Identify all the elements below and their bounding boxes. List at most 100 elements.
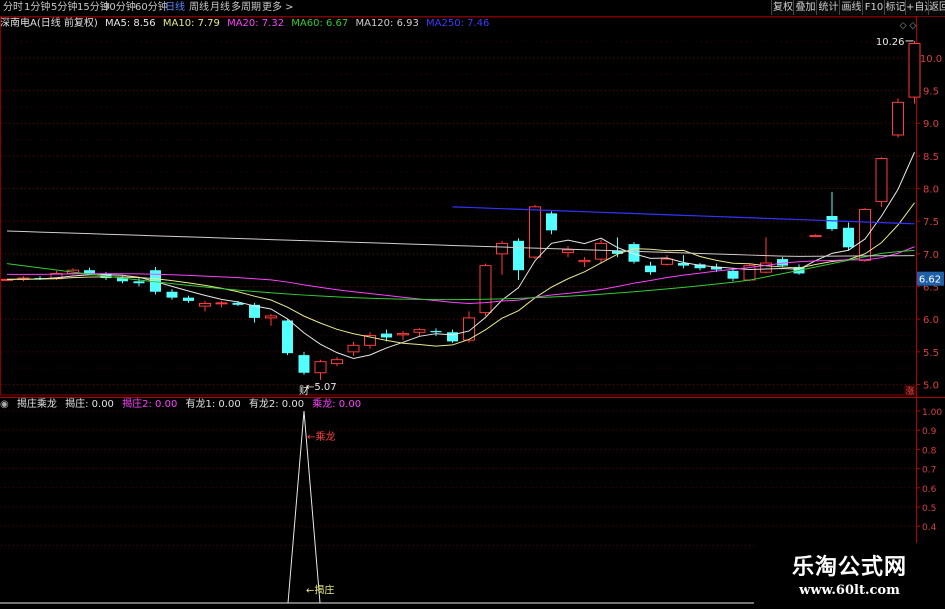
period-tab-10[interactable]: 更多 >	[262, 1, 294, 15]
candle-18	[298, 351, 310, 375]
candle-16	[265, 313, 277, 326]
candle-26	[430, 328, 442, 337]
candle-22	[364, 332, 376, 349]
candle-body	[199, 303, 211, 307]
candle-body	[265, 315, 277, 319]
ind-tick-label: 0.6	[922, 485, 937, 495]
candle-body	[133, 281, 145, 284]
toolbar-button-5[interactable]: 标记	[884, 0, 906, 15]
candle-body	[513, 240, 524, 271]
candle-10	[166, 289, 178, 300]
candle-body	[183, 297, 194, 301]
candle-body	[347, 344, 360, 353]
ind-tick-label: 0.5	[922, 504, 936, 514]
price-tick-label: 9.0	[923, 119, 939, 130]
cai-marker: 财	[299, 384, 309, 397]
candle-body	[875, 158, 888, 203]
high-price-label: 10.26	[876, 37, 905, 48]
candle-body	[397, 333, 409, 336]
candle-body	[809, 235, 822, 238]
candle-39	[645, 261, 656, 275]
main-plot-frame	[0, 17, 917, 396]
candle-49	[809, 234, 822, 238]
period-tab-4[interactable]: 30分钟	[103, 1, 136, 15]
candle-35	[578, 257, 591, 267]
candle-28	[463, 311, 475, 343]
low-price-label: ←5.07	[306, 382, 337, 393]
candle-body	[908, 43, 921, 98]
toolbar-button-3[interactable]: 画线	[839, 0, 863, 15]
ma60-line	[6, 249, 915, 301]
candle-body	[529, 206, 541, 258]
watermark-url: www.60lt.com	[799, 583, 900, 598]
candle-21	[347, 342, 360, 356]
watermark: 乐淘公式网 www.60lt.com	[754, 543, 945, 609]
price-tick-label: 8.5	[923, 152, 939, 163]
candle-30	[496, 240, 508, 275]
candle-body	[843, 227, 854, 248]
candle-40	[661, 255, 673, 266]
ind-tick-label: 0.8	[922, 446, 937, 456]
candle-body	[298, 355, 310, 373]
candle-31	[513, 238, 524, 281]
candle-11	[183, 295, 194, 303]
current-price-value: 6.62	[919, 275, 941, 286]
candle-33	[546, 211, 557, 235]
toolbar-button-2[interactable]: 统计	[816, 0, 840, 15]
zhang-marker: 涨	[905, 386, 914, 397]
candle-body	[562, 249, 574, 254]
price-tick-label: 5.0	[923, 381, 939, 392]
price-tick-label: 7.5	[923, 217, 939, 228]
candle-25	[413, 328, 426, 337]
period-tab-7[interactable]: 周线	[189, 1, 209, 15]
candle-34	[562, 246, 574, 258]
candle-body	[381, 333, 392, 338]
candle-53	[875, 157, 888, 207]
candle-54	[892, 98, 904, 138]
price-tick-label: 6.0	[923, 315, 939, 326]
toolbar-button-1[interactable]: 叠加	[793, 0, 817, 15]
candle-55	[908, 40, 921, 104]
price-tick-label: 7.0	[923, 250, 939, 261]
period-tab-0[interactable]: 分时	[3, 1, 23, 15]
period-tab-5[interactable]: 60分钟	[135, 1, 168, 15]
toolbar-button-6[interactable]: +自选	[905, 0, 934, 15]
diamond-icons: ◇ ◇	[900, 21, 917, 31]
period-tab-9[interactable]: 多周期	[231, 1, 261, 15]
ind-tick-label: 0.4	[922, 523, 937, 533]
period-tab-6[interactable]: 日线	[165, 1, 185, 15]
candle-32	[529, 204, 541, 260]
candle-51	[843, 222, 854, 251]
ind-tick-label: 1.00	[922, 408, 942, 418]
period-toolbar: 分时 1分钟 5分钟 15分钟 30分钟 60分钟 日线 周线 月线 多周期 更多 > 复权 叠加 统计画…	[0, 0, 945, 17]
candle-19	[314, 359, 327, 380]
price-tick-label: 8.0	[923, 185, 939, 196]
candle-body	[892, 101, 904, 136]
ma20-line	[6, 246, 915, 304]
ma5-line	[6, 152, 915, 360]
jiezhuang-label: ←揭庄	[306, 584, 334, 597]
candle-body	[859, 208, 871, 261]
ind-tick-label: 0.9	[922, 427, 937, 437]
candle-47	[777, 257, 788, 267]
price-tick-label: 10.0	[920, 54, 942, 65]
candle-50	[826, 191, 838, 232]
period-tab-2[interactable]: 5分钟	[51, 1, 77, 15]
candle-body	[546, 213, 557, 231]
candle-body	[479, 265, 492, 314]
ind-tick-label: 0.7	[922, 466, 936, 476]
toolbar-button-7[interactable]: 返回	[928, 0, 945, 15]
candle-body	[826, 215, 838, 230]
candle-body	[413, 329, 426, 333]
candle-29	[479, 263, 492, 316]
candle-body	[215, 302, 228, 305]
chenglong-label: ←乘龙	[307, 430, 335, 443]
period-tab-8[interactable]: 月线	[210, 1, 230, 15]
candle-body	[727, 270, 739, 279]
candlestick-chart[interactable]: 10.09.59.08.58.07.57.06.56.05.55.010.26←…	[0, 17, 945, 397]
toolbar-button-4[interactable]: F10	[862, 0, 885, 15]
candle-body	[331, 359, 343, 365]
toolbar-button-0[interactable]: 复权	[771, 0, 794, 15]
candle-body	[578, 259, 591, 263]
period-tab-1[interactable]: 1分钟	[24, 1, 50, 15]
